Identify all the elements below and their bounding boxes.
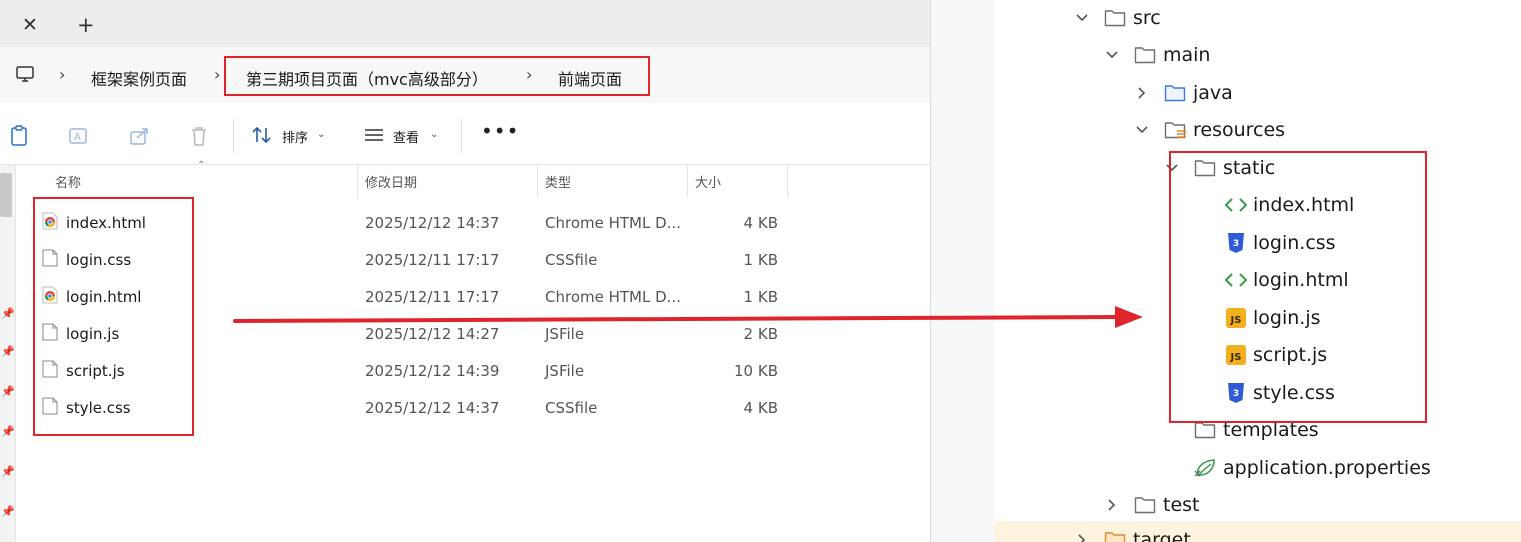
project-tree-panel: src main java resources static index.htm… [930,0,1521,542]
chevron-right-icon[interactable]: › [59,65,65,84]
breadcrumb-item[interactable]: 框架案例页面 [91,66,187,90]
spring-properties-icon [1194,457,1218,483]
share-icon[interactable] [128,125,150,151]
column-separator[interactable] [687,165,688,197]
this-pc-icon[interactable] [15,64,35,88]
tree-node-java[interactable]: java [931,75,1521,112]
tree-node-file[interactable]: application.properties [931,450,1521,487]
tree-label: java [1193,82,1233,104]
file-type: Chrome HTML D... [545,288,681,306]
tree-label: application.properties [1223,457,1431,479]
file-modified: 2025/12/12 14:39 [365,362,500,380]
folder-icon [1134,45,1156,69]
column-header-size[interactable]: 大小 [695,172,721,191]
new-tab-button[interactable]: + [77,13,95,37]
pin-icon: 📌 [1,307,15,320]
rename-icon[interactable]: A [67,125,89,151]
file-modified: 2025/12/12 14:37 [365,214,500,232]
tree-label: src [1133,7,1161,29]
file-size: 10 KB [734,362,778,380]
breadcrumb-highlight-box [224,56,650,96]
nav-scrollbar-thumb[interactable] [0,173,12,217]
sort-ascending-icon: ⌃ [197,160,206,171]
file-modified: 2025/12/11 17:17 [365,251,500,269]
file-explorer-window: ✕ + › 框架案例页面 › 第三期项目页面（mvc高级部分） › 前端页面 A… [0,0,930,542]
tree-node-src[interactable]: src [931,0,1521,37]
file-type: JSFile [545,325,585,343]
file-modified: 2025/12/12 14:27 [365,325,500,343]
resources-folder-icon [1164,120,1188,144]
file-size: 4 KB [743,399,778,417]
pin-icon: 📌 [1,385,15,398]
file-type: JSFile [545,362,585,380]
file-size: 2 KB [743,325,778,343]
column-separator[interactable] [537,165,538,197]
chevron-down-icon[interactable] [1075,10,1089,29]
close-tab-button[interactable]: ✕ [22,14,38,36]
sort-dropdown-icon[interactable]: ⌄ [317,129,325,140]
view-dropdown-icon[interactable]: ⌄ [430,129,438,140]
tree-node-test[interactable]: test [931,487,1521,524]
more-options-button[interactable]: ••• [481,119,519,143]
file-size: 1 KB [743,251,778,269]
pin-icon: 📌 [1,505,15,518]
source-folder-icon [1164,83,1186,107]
static-folder-highlight-box [1169,151,1427,423]
tree-label: target [1133,529,1191,542]
delete-icon[interactable] [189,125,209,151]
file-size: 4 KB [743,214,778,232]
pin-icon: 📌 [1,465,15,478]
toolbar-separator [461,119,462,153]
sort-button[interactable]: 排序 [282,127,308,146]
toolbar-separator [233,119,234,153]
file-modified: 2025/12/12 14:37 [365,399,500,417]
excluded-folder-icon [1104,530,1126,542]
navigation-pane: 📌 📌 📌 📌 📌 📌 [0,165,16,542]
chevron-down-icon[interactable] [1135,122,1149,141]
tree-node-main[interactable]: main [931,37,1521,74]
chevron-right-icon[interactable]: › [214,65,220,84]
column-separator[interactable] [787,165,788,197]
files-highlight-box [33,197,194,436]
file-modified: 2025/12/11 17:17 [365,288,500,306]
folder-icon [1104,8,1126,32]
pin-icon: 📌 [1,345,15,358]
column-header-modified[interactable]: 修改日期 [365,172,417,191]
pin-icon: 📌 [1,425,15,438]
chevron-right-icon[interactable] [1105,497,1119,516]
tree-node-target[interactable]: target [931,522,1521,542]
chevron-right-icon[interactable] [1075,532,1089,542]
folder-icon [1194,420,1216,444]
tree-label: test [1163,494,1200,516]
folder-icon [1134,495,1156,519]
svg-text:A: A [74,132,81,143]
file-size: 1 KB [743,288,778,306]
command-bar: A 排序 ⌄ 查看 ⌄ ••• [0,107,930,165]
tab-bar: ✕ + [0,0,930,47]
column-header-type[interactable]: 类型 [545,172,571,191]
view-icon[interactable] [363,127,385,147]
sort-icon[interactable] [251,125,273,149]
file-type: CSSfile [545,399,598,417]
tree-label: resources [1193,119,1286,141]
paste-icon[interactable] [9,125,29,151]
file-type: CSSfile [545,251,598,269]
view-button[interactable]: 查看 [393,127,419,146]
tree-node-resources[interactable]: resources [931,112,1521,149]
chevron-down-icon[interactable] [1105,47,1119,66]
column-separator[interactable] [357,165,358,197]
tree-label: main [1163,44,1211,66]
file-type: Chrome HTML D... [545,214,681,232]
chevron-right-icon[interactable] [1135,85,1149,104]
column-header-name[interactable]: 名称 [55,172,81,191]
